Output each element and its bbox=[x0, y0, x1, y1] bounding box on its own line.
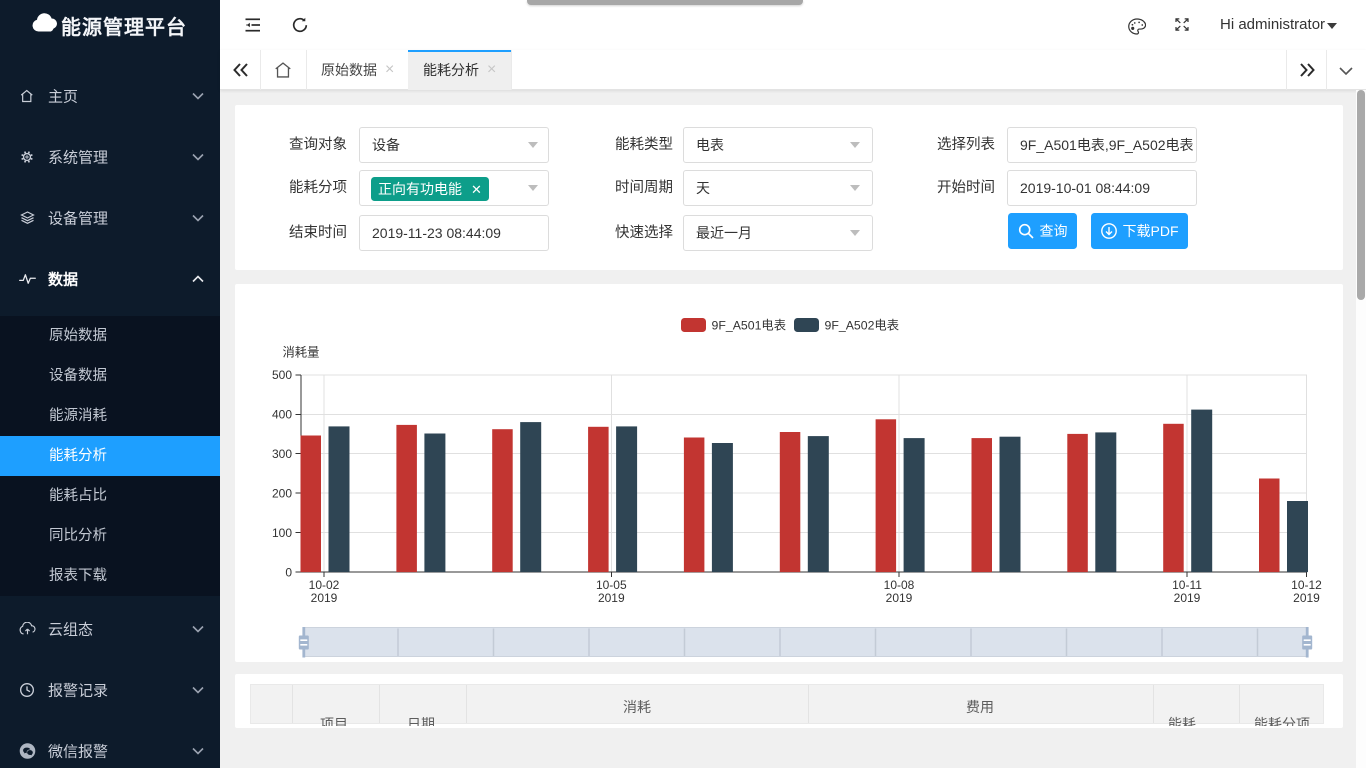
svg-text:2019: 2019 bbox=[1174, 591, 1201, 605]
svg-text:0: 0 bbox=[285, 565, 292, 579]
svg-text:2019: 2019 bbox=[598, 591, 625, 605]
svg-text:300: 300 bbox=[272, 447, 292, 461]
svg-text:10-11: 10-11 bbox=[1172, 578, 1202, 592]
svg-text:10-02: 10-02 bbox=[309, 578, 340, 592]
svg-text:9F_A502电表: 9F_A502电表 bbox=[825, 319, 900, 333]
svg-text:10-08: 10-08 bbox=[884, 578, 915, 592]
svg-text:2019: 2019 bbox=[886, 591, 913, 605]
svg-text:9F_A501电表: 9F_A501电表 bbox=[712, 319, 787, 333]
svg-text:400: 400 bbox=[272, 408, 292, 422]
svg-text:10-12: 10-12 bbox=[1291, 578, 1322, 592]
svg-text:100: 100 bbox=[272, 526, 292, 540]
svg-text:500: 500 bbox=[272, 368, 292, 382]
svg-text:2019: 2019 bbox=[311, 591, 338, 605]
svg-text:200: 200 bbox=[272, 486, 292, 500]
svg-text:2019: 2019 bbox=[1293, 591, 1320, 605]
svg-text:消耗量: 消耗量 bbox=[283, 346, 320, 360]
svg-text:10-05: 10-05 bbox=[596, 578, 627, 592]
